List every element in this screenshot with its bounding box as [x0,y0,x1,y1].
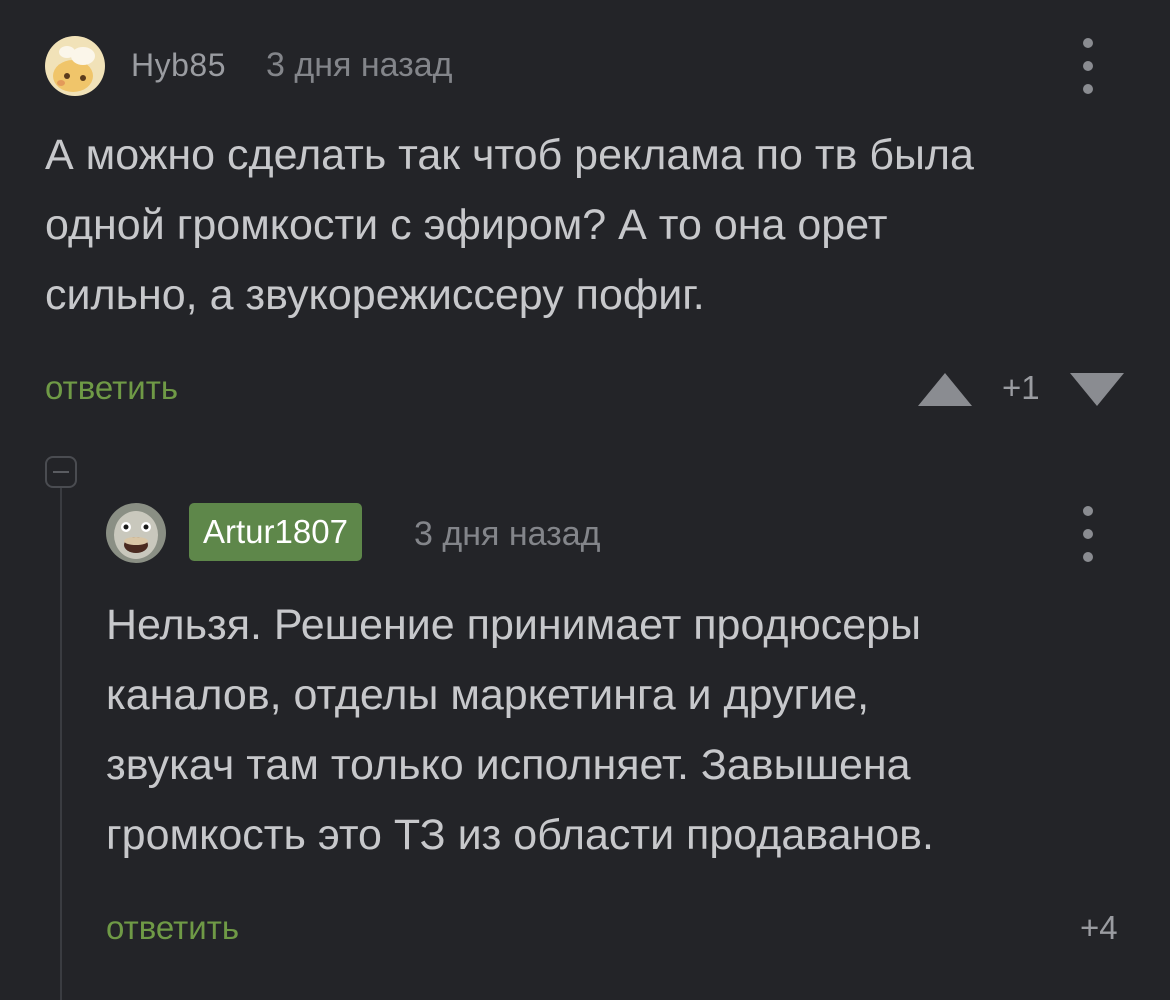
comment-line: Нельзя. Решение принимает продюсеры [106,601,922,649]
comment-line: одной громкости с эфиром? А то она орет [45,201,888,249]
comment-timestamp: 3 дня назад [414,515,601,553]
ostrich-icon [106,503,166,563]
cartoon-face-icon [45,36,105,96]
comment-rating: +1 [1002,369,1040,406]
comment-line: звукач там только исполняет. Завышена [106,741,911,789]
comment-body: Нельзя. Решение принимает продюсеры кана… [106,590,1146,870]
comment-timestamp: 3 дня назад [266,46,453,84]
comment-author-badge[interactable]: Artur1807 [189,503,362,561]
more-options-icon[interactable] [1078,38,1098,94]
comment-line: громкость это ТЗ из области продаванов. [106,811,934,859]
reply-link[interactable]: ответить [45,368,178,408]
comment-line: А можно сделать так чтоб реклама по тв б… [45,131,974,179]
comment-author[interactable]: Hyb85 [131,45,226,85]
more-options-icon[interactable] [1078,506,1098,562]
downvote-icon[interactable] [1070,373,1124,406]
reply-link[interactable]: ответить [106,908,239,948]
collapse-thread-button[interactable] [45,456,77,488]
comment-line: сильно, а звукорежиссеру пофиг. [45,271,705,319]
comment-rating: +4 [1080,909,1118,946]
comment-body: А можно сделать так чтоб реклама по тв б… [45,120,1145,330]
user-avatar[interactable] [106,503,166,563]
comments-thread: Hyb85 3 дня назад А можно сделать так чт… [0,0,1170,1000]
comment-line: каналов, отделы маркетинга и другие, [106,671,870,719]
upvote-icon[interactable] [918,373,972,406]
thread-line[interactable] [60,488,62,1000]
user-avatar[interactable] [45,36,105,96]
